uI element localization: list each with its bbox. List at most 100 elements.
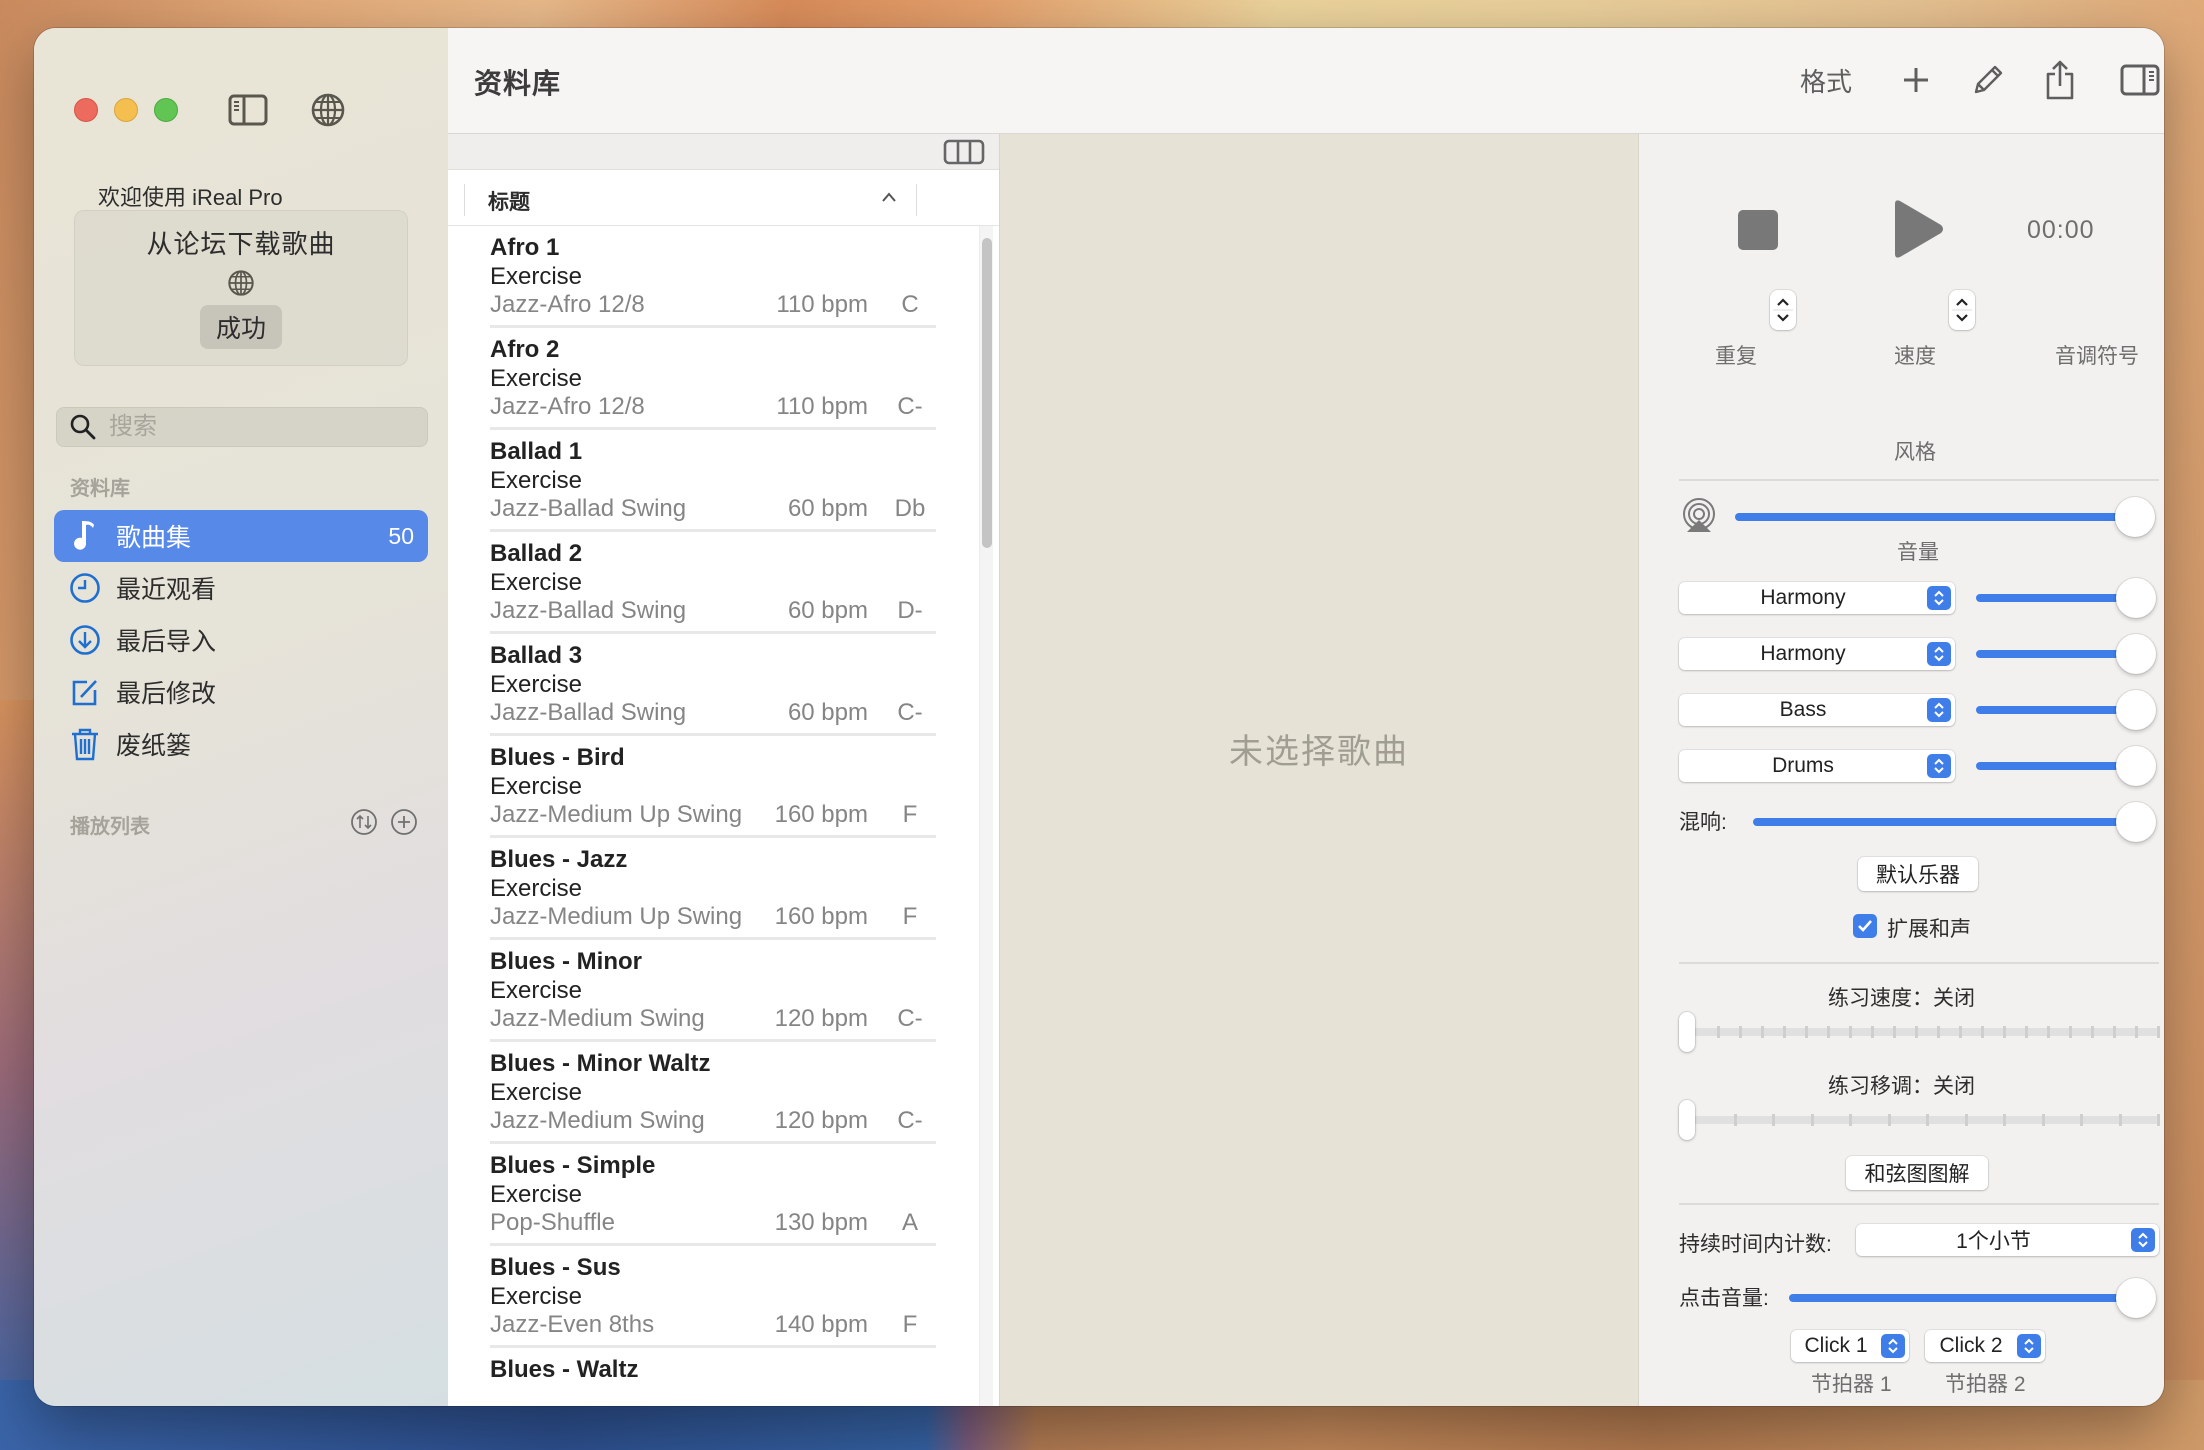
add-button[interactable] bbox=[1896, 58, 1936, 102]
column-divider bbox=[464, 184, 465, 216]
slider-tick bbox=[1805, 1026, 1808, 1038]
sort-icon[interactable] bbox=[350, 808, 378, 836]
playlists-section-label: 播放列表 bbox=[70, 816, 150, 838]
plus-icon bbox=[1904, 68, 1928, 92]
sidebar-item-last-modified[interactable]: 最后修改 bbox=[54, 666, 428, 718]
instrument-volume-slider-2[interactable] bbox=[1976, 634, 2156, 674]
song-row[interactable]: Ballad 1 Exercise Jazz-Ballad Swing 60 bpm D… bbox=[490, 430, 936, 532]
song-style: Jazz-Ballad Swing bbox=[490, 495, 687, 522]
chevron-updown-icon bbox=[1881, 1334, 1905, 1358]
slider-knob[interactable] bbox=[2116, 802, 2156, 842]
sidebar-right-icon bbox=[2120, 64, 2160, 96]
add-playlist-icon[interactable] bbox=[390, 808, 418, 836]
song-row[interactable]: Blues - Simple Exercise Pop-Shuffle 130 bpm… bbox=[490, 1144, 936, 1246]
slider-tick bbox=[2069, 1026, 2072, 1038]
slider-knob[interactable] bbox=[1679, 1012, 1695, 1052]
song-key: C bbox=[901, 291, 919, 318]
sidebar-item-label: 废纸篓 bbox=[116, 732, 192, 760]
song-row[interactable]: Ballad 3 Exercise Jazz-Ballad Swing 60 bpm C… bbox=[490, 634, 936, 736]
edit-button[interactable] bbox=[1968, 58, 2008, 102]
instrument-volume-slider-4[interactable] bbox=[1976, 746, 2156, 786]
song-composer: Exercise bbox=[490, 569, 583, 596]
practice-tempo-slider[interactable] bbox=[1679, 1012, 2160, 1052]
slider-tick bbox=[1810, 1114, 1814, 1126]
song-style: Jazz-Medium Swing bbox=[490, 1005, 705, 1032]
slider-knob[interactable] bbox=[2115, 497, 2155, 537]
slider-knob[interactable] bbox=[2116, 746, 2156, 786]
song-detail-pane: 未选择歌曲 bbox=[999, 134, 1639, 1406]
song-row[interactable]: Afro 1 Exercise Jazz-Afro 12/8 110 bpm C bbox=[490, 226, 936, 328]
inspector-toggle-button[interactable] bbox=[2118, 58, 2162, 102]
master-volume-slider[interactable] bbox=[1735, 497, 2155, 537]
slider-tick bbox=[1893, 1026, 1896, 1038]
slider-tick bbox=[1827, 1026, 1830, 1038]
forum-download-box[interactable]: 从论坛下载歌曲 成功 bbox=[74, 210, 408, 366]
sidebar-item-recently-viewed[interactable]: 最近观看 bbox=[54, 562, 428, 614]
instrument-select-4[interactable]: Drums bbox=[1679, 750, 1955, 782]
song-row[interactable]: Blues - Jazz Exercise Jazz-Medium Up Swing… bbox=[490, 838, 936, 940]
key-label[interactable]: 音调符号 bbox=[2055, 340, 2139, 370]
scrollbar-thumb[interactable] bbox=[982, 238, 992, 548]
stop-button[interactable] bbox=[1738, 210, 1778, 250]
slider-knob[interactable] bbox=[1679, 1100, 1695, 1140]
song-row[interactable]: Ballad 2 Exercise Jazz-Ballad Swing 60 bpm D… bbox=[490, 532, 936, 634]
song-style: Jazz-Afro 12/8 bbox=[490, 291, 645, 318]
song-row[interactable]: Afro 2 Exercise Jazz-Afro 12/8 110 bpm C- bbox=[490, 328, 936, 430]
click-volume-slider[interactable] bbox=[1789, 1278, 2156, 1318]
format-button[interactable]: 格式 bbox=[1800, 58, 1852, 102]
song-tempo: 60 bpm bbox=[787, 597, 868, 624]
song-style: Jazz-Even 8ths bbox=[490, 1311, 655, 1338]
slider-tick bbox=[1783, 1026, 1786, 1038]
reverb-slider[interactable] bbox=[1753, 802, 2156, 842]
minimize-button[interactable] bbox=[114, 98, 138, 122]
slider-tick bbox=[1964, 1114, 1968, 1126]
song-list-pane: 标题 Afro 1 Exercise Jazz-Afro 12/8 110 bpm C A… bbox=[448, 134, 999, 1406]
globe-button[interactable] bbox=[308, 90, 348, 130]
song-row[interactable]: Blues - Waltz bbox=[490, 1348, 936, 1406]
song-title: Blues - Jazz bbox=[490, 846, 628, 873]
close-button[interactable] bbox=[74, 98, 98, 122]
instrument-select-2[interactable]: Harmony bbox=[1679, 638, 1955, 670]
count-in-select[interactable]: 1个小节 bbox=[1856, 1224, 2159, 1256]
practice-transpose-slider[interactable] bbox=[1679, 1100, 2160, 1140]
search-field[interactable] bbox=[56, 407, 428, 447]
song-row[interactable]: Blues - Sus Exercise Jazz-Even 8ths 140 bpm… bbox=[490, 1246, 936, 1348]
metronome-1-select[interactable]: Click 1 bbox=[1791, 1330, 1909, 1362]
song-row[interactable]: Blues - Minor Exercise Jazz-Medium Swing 12… bbox=[490, 940, 936, 1042]
zoom-button[interactable] bbox=[154, 98, 178, 122]
slider-knob[interactable] bbox=[2116, 690, 2156, 730]
song-tempo: 60 bpm bbox=[787, 495, 868, 522]
instrument-select-1[interactable]: Harmony bbox=[1679, 582, 1955, 614]
tempo-stepper[interactable] bbox=[1949, 290, 1975, 330]
song-row[interactable]: Blues - Minor Waltz Exercise Jazz-Medium S… bbox=[490, 1042, 936, 1144]
airplay-icon[interactable] bbox=[1681, 498, 1717, 534]
slider-knob[interactable] bbox=[2116, 578, 2156, 618]
practice-transpose-label: 练习移调：关闭 bbox=[1639, 1070, 2164, 1100]
slider-tick bbox=[2091, 1026, 2094, 1038]
slider-tick bbox=[1959, 1026, 1962, 1038]
scrollbar[interactable] bbox=[979, 226, 993, 1406]
app-window: 欢迎使用 iReal Pro 从论坛下载歌曲 成功 资料库 bbox=[34, 28, 2164, 1406]
page-title: 资料库 bbox=[474, 68, 562, 99]
sidebar-item-songbook[interactable]: 歌曲集 50 bbox=[54, 510, 428, 562]
extended-harmony-checkbox[interactable] bbox=[1853, 914, 1877, 938]
play-button[interactable] bbox=[1891, 198, 1945, 260]
sidebar-item-last-imported[interactable]: 最后导入 bbox=[54, 614, 428, 666]
metronome-2-select[interactable]: Click 2 bbox=[1925, 1330, 2045, 1362]
columns-icon[interactable] bbox=[943, 139, 985, 165]
style-label[interactable]: 风格 bbox=[1894, 436, 1936, 466]
column-header[interactable]: 标题 bbox=[448, 170, 999, 226]
instrument-select-3[interactable]: Bass bbox=[1679, 694, 1955, 726]
chord-diagrams-button[interactable]: 和弦图图解 bbox=[1846, 1156, 1988, 1190]
slider-knob[interactable] bbox=[2116, 1278, 2156, 1318]
search-input[interactable] bbox=[109, 413, 409, 441]
sidebar-toggle-button[interactable] bbox=[228, 90, 268, 130]
default-instruments-button[interactable]: 默认乐器 bbox=[1858, 857, 1978, 891]
repeat-stepper[interactable] bbox=[1770, 290, 1796, 330]
instrument-volume-slider-1[interactable] bbox=[1976, 578, 2156, 618]
instrument-volume-slider-3[interactable] bbox=[1976, 690, 2156, 730]
share-button[interactable] bbox=[2040, 58, 2080, 102]
sidebar-item-trash[interactable]: 废纸篓 bbox=[54, 718, 428, 770]
song-row[interactable]: Blues - Bird Exercise Jazz-Medium Up Swing… bbox=[490, 736, 936, 838]
slider-knob[interactable] bbox=[2116, 634, 2156, 674]
